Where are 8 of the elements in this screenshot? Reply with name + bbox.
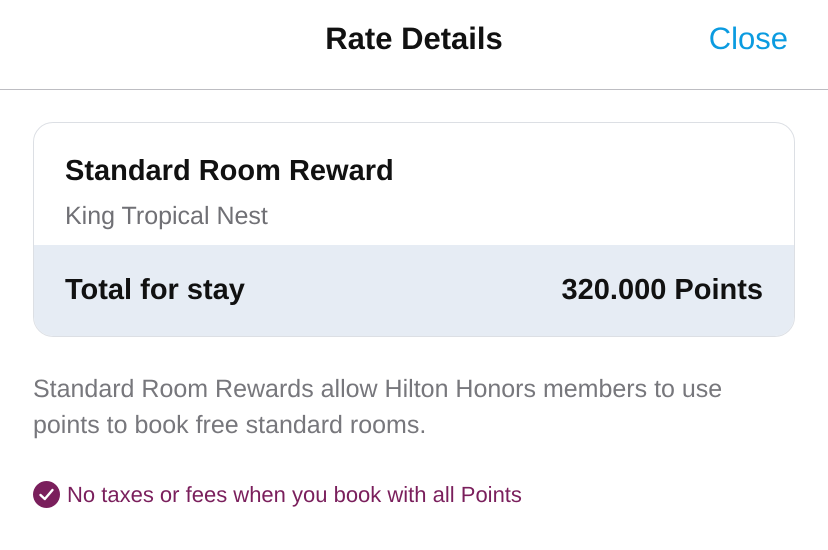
total-label: Total for stay [65, 274, 245, 307]
room-name: King Tropical Nest [65, 202, 269, 231]
description-text: Standard Room Rewards allow Hilton Honors members to use points to book free standard rooms. [33, 374, 724, 441]
rate-name: Standard Room Reward [65, 155, 395, 188]
close-button[interactable]: Close [708, 20, 788, 56]
window-title: Rate Details [325, 20, 503, 56]
total-value: 320.000 Points [562, 274, 763, 307]
benefit-text: No taxes or fees when you book with all Points [67, 482, 522, 508]
